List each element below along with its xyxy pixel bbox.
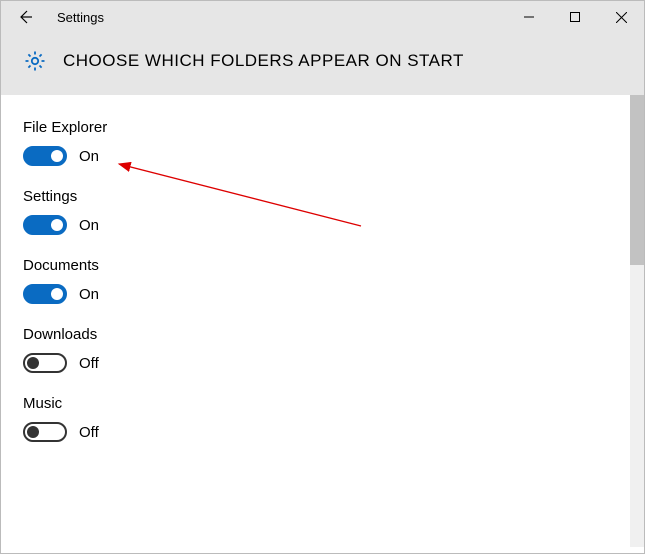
minimize-icon [524, 12, 534, 22]
maximize-button[interactable] [552, 1, 598, 33]
toggle-file-explorer[interactable] [23, 146, 67, 166]
minimize-button[interactable] [506, 1, 552, 33]
titlebar: Settings [1, 1, 644, 33]
gear-icon [23, 49, 47, 73]
setting-label: Music [23, 395, 622, 412]
toggle-row: Off [23, 353, 622, 373]
toggle-state: On [79, 217, 99, 234]
setting-documents: Documents On [23, 257, 622, 304]
scrollbar-track[interactable] [630, 95, 644, 547]
setting-label: Downloads [23, 326, 622, 343]
back-button[interactable] [1, 1, 49, 33]
settings-window: Settings CHOOSE WHICH FOLDERS APPEAR ON … [0, 0, 645, 554]
setting-label: Documents [23, 257, 622, 274]
window-controls [506, 1, 644, 33]
scrollbar-thumb[interactable] [630, 95, 644, 265]
window-title: Settings [57, 10, 104, 25]
toggle-row: Off [23, 422, 622, 442]
close-icon [616, 12, 627, 23]
toggle-settings[interactable] [23, 215, 67, 235]
toggle-downloads[interactable] [23, 353, 67, 373]
toggle-state: On [79, 148, 99, 165]
toggle-row: On [23, 284, 622, 304]
toggle-state: On [79, 286, 99, 303]
close-button[interactable] [598, 1, 644, 33]
toggle-row: On [23, 215, 622, 235]
setting-music: Music Off [23, 395, 622, 442]
content-wrapper: File Explorer On Settings On Documents O… [1, 95, 644, 547]
toggle-music[interactable] [23, 422, 67, 442]
maximize-icon [570, 12, 580, 22]
setting-label: Settings [23, 188, 622, 205]
toggle-row: On [23, 146, 622, 166]
toggle-state: Off [79, 355, 99, 372]
page-title: CHOOSE WHICH FOLDERS APPEAR ON START [63, 51, 464, 71]
setting-settings: Settings On [23, 188, 622, 235]
page-header: CHOOSE WHICH FOLDERS APPEAR ON START [1, 33, 644, 95]
toggle-documents[interactable] [23, 284, 67, 304]
toggle-state: Off [79, 424, 99, 441]
back-arrow-icon [17, 9, 33, 25]
setting-downloads: Downloads Off [23, 326, 622, 373]
settings-list: File Explorer On Settings On Documents O… [1, 95, 644, 547]
setting-label: File Explorer [23, 119, 622, 136]
setting-file-explorer: File Explorer On [23, 119, 622, 166]
